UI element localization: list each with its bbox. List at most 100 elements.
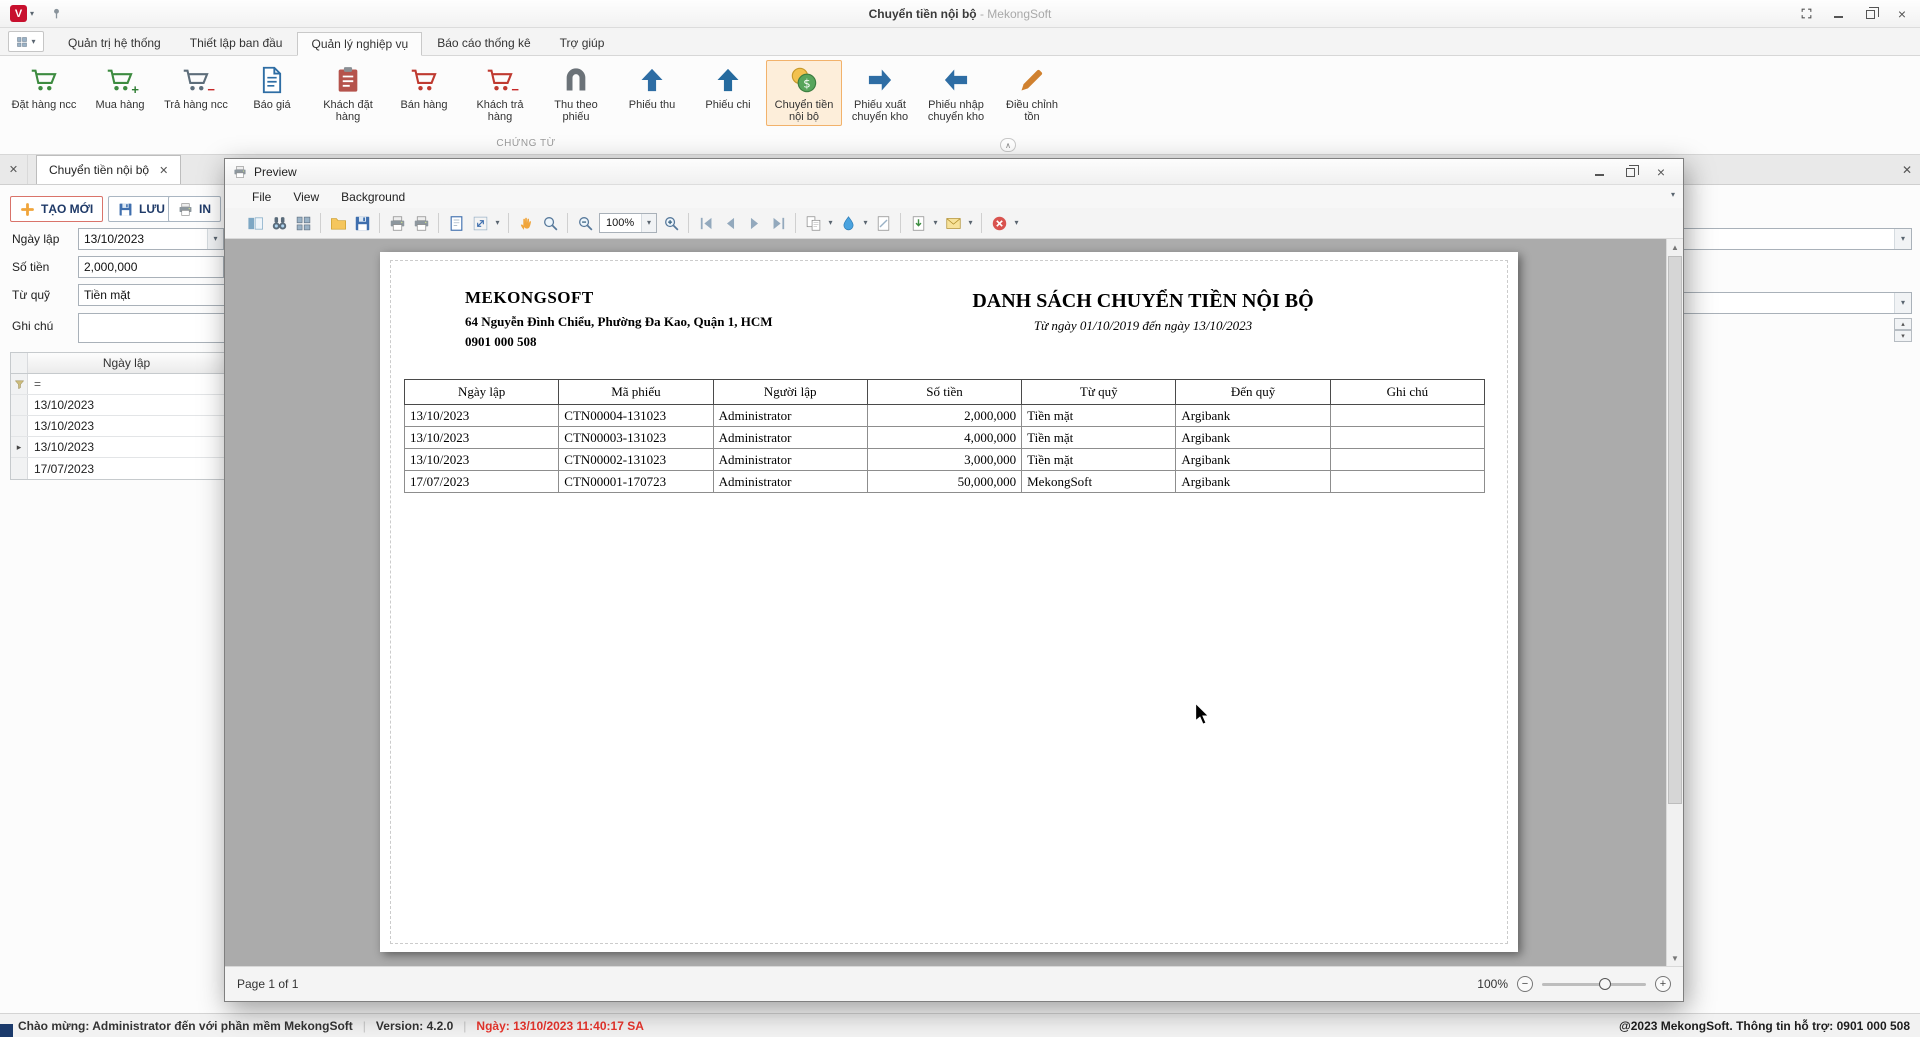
tab-thiet-lap-ban-dau[interactable]: Thiết lập ban đầu — [176, 31, 297, 55]
menu-file[interactable]: File — [241, 187, 282, 207]
chevron-down-icon[interactable]: ▾ — [1894, 229, 1911, 249]
tab-bao-cao-thong-ke[interactable]: Báo cáo thống kê — [423, 31, 544, 55]
ribbon-item-thu-theo-phieu[interactable]: Thu theo phiếu — [538, 60, 614, 126]
exit-dropdown-icon[interactable]: ▾ — [1011, 219, 1022, 227]
ribbon-item-bao-gia[interactable]: Báo giá — [234, 60, 310, 114]
scroll-up-icon[interactable]: ▲ — [1667, 239, 1683, 255]
search-button[interactable] — [267, 211, 291, 235]
app-logo-icon[interactable]: V — [10, 5, 27, 22]
print-button[interactable]: IN — [168, 196, 221, 222]
scrollbar-thumb[interactable] — [1668, 256, 1682, 804]
chevron-down-icon[interactable]: ▾ — [641, 214, 656, 232]
save-report-button[interactable] — [350, 211, 374, 235]
zoom-slider[interactable] — [1542, 983, 1646, 986]
create-new-button[interactable]: TẠO MỚI — [10, 196, 103, 222]
save-button[interactable]: LƯU — [108, 196, 175, 222]
ribbon-item-phieu-nhap-chuyen-kho[interactable]: Phiếu nhập chuyển kho — [918, 60, 994, 126]
date-combobox[interactable]: 13/10/2023 ▾ — [78, 228, 224, 250]
amount-input[interactable] — [78, 256, 224, 278]
document-map-button[interactable] — [243, 211, 267, 235]
ribbon-item-tra-hang-ncc[interactable]: − Trả hàng ncc — [158, 60, 234, 114]
fullscreen-button[interactable] — [1798, 6, 1814, 22]
export-dropdown-icon[interactable]: ▾ — [930, 219, 941, 227]
hand-tool-button[interactable] — [514, 211, 538, 235]
page-color-button[interactable] — [836, 211, 860, 235]
ribbon-item-chuyen-tien-noi-bo[interactable]: Chuyển tiền nội bộ — [766, 60, 842, 126]
ribbon-quick-access-button[interactable]: ▾ — [8, 31, 44, 52]
zoom-in-button[interactable] — [659, 211, 683, 235]
scale-button[interactable] — [468, 211, 492, 235]
close-all-tabs-button[interactable]: ✕ — [0, 155, 28, 184]
tab-close-icon[interactable]: ✕ — [159, 164, 168, 177]
menu-background[interactable]: Background — [330, 187, 416, 207]
tab-quan-tri-he-thong[interactable]: Quản trị hệ thống — [54, 31, 175, 55]
magnifier-button[interactable] — [538, 211, 562, 235]
spin-down-button[interactable]: ▾ — [1894, 330, 1912, 342]
scroll-down-icon[interactable]: ▼ — [1667, 950, 1683, 966]
preview-scrollbar[interactable]: ▲ ▼ — [1666, 239, 1683, 966]
page-setup-button[interactable] — [444, 211, 468, 235]
pin-icon[interactable] — [48, 6, 64, 22]
zoom-slider-knob[interactable] — [1599, 978, 1611, 990]
from-fund-combobox[interactable]: Tiền mặt — [78, 284, 230, 306]
multiple-pages-button[interactable] — [801, 211, 825, 235]
grid-row[interactable]: 17/07/2023 — [11, 458, 225, 479]
last-page-button[interactable] — [766, 211, 790, 235]
grid-row-selected[interactable]: ▸ 13/10/2023 — [11, 437, 225, 458]
thumbnails-button[interactable] — [291, 211, 315, 235]
preview-maximize-button[interactable] — [1622, 164, 1638, 180]
maximize-button[interactable] — [1862, 6, 1878, 22]
multiple-pages-dropdown-icon[interactable]: ▾ — [825, 219, 836, 227]
page-color-dropdown-icon[interactable]: ▾ — [860, 219, 871, 227]
menu-view[interactable]: View — [282, 187, 330, 207]
grid-column-header[interactable]: Ngày lập — [28, 353, 225, 373]
ribbon-collapse-button[interactable]: ∧ — [1000, 138, 1016, 152]
open-button[interactable] — [326, 211, 350, 235]
plus-icon — [20, 202, 35, 217]
print-dialog-button[interactable] — [385, 211, 409, 235]
grid-filter-row[interactable]: = — [11, 374, 225, 395]
email-button[interactable] — [941, 211, 965, 235]
document-tab-chuyen-tien-noi-bo[interactable]: Chuyển tiền nội bộ ✕ — [36, 155, 181, 184]
ribbon-item-phieu-chi[interactable]: Phiếu chi — [690, 60, 766, 114]
ribbon-item-phieu-xuat-chuyen-kho[interactable]: Phiếu xuất chuyển kho — [842, 60, 918, 126]
receipt-up-arrow-icon — [638, 64, 666, 96]
export-button[interactable] — [906, 211, 930, 235]
spin-up-button[interactable]: ▴ — [1894, 318, 1912, 330]
next-page-button[interactable] — [742, 211, 766, 235]
ribbon-item-khach-dat-hang[interactable]: Khách đặt hàng — [310, 60, 386, 126]
zoom-out-button[interactable] — [573, 211, 597, 235]
previous-page-button[interactable] — [718, 211, 742, 235]
email-dropdown-icon[interactable]: ▾ — [965, 219, 976, 227]
ribbon-item-khach-tra-hang[interactable]: − Khách trả hàng — [462, 60, 538, 126]
zoom-in-slider-button[interactable]: + — [1655, 976, 1671, 992]
ribbon-item-ban-hang[interactable]: Bán hàng — [386, 60, 462, 114]
ribbon-item-mua-hang[interactable]: + Mua hàng — [82, 60, 158, 114]
exit-preview-button[interactable] — [987, 211, 1011, 235]
chevron-down-icon[interactable]: ▾ — [207, 229, 223, 249]
zoom-combobox[interactable]: 100% ▾ — [599, 213, 657, 233]
quick-print-button[interactable] — [409, 211, 433, 235]
preview-titlebar[interactable]: Preview × — [225, 159, 1683, 185]
toolbar-overflow-icon[interactable]: ▾ — [1671, 191, 1675, 199]
note-input[interactable] — [78, 313, 230, 343]
watermark-button[interactable] — [871, 211, 895, 235]
preview-minimize-button[interactable] — [1591, 164, 1607, 180]
panel-close-icon[interactable]: ✕ — [1902, 155, 1912, 184]
grid-row[interactable]: 13/10/2023 — [11, 416, 225, 437]
app-menu-caret-icon[interactable]: ▾ — [30, 10, 34, 18]
first-page-button[interactable] — [694, 211, 718, 235]
preview-close-button[interactable]: × — [1653, 164, 1669, 180]
ribbon-item-phieu-thu[interactable]: Phiếu thu — [614, 60, 690, 114]
scale-dropdown-icon[interactable]: ▾ — [492, 219, 503, 227]
close-button[interactable]: × — [1894, 6, 1910, 22]
tab-quan-ly-nghiep-vu[interactable]: Quản lý nghiệp vụ — [297, 32, 422, 56]
tab-tro-giup[interactable]: Trợ giúp — [546, 31, 619, 55]
ribbon-item-dat-hang-ncc[interactable]: Đặt hàng ncc — [6, 60, 82, 114]
customer-return-cart-icon: − — [486, 64, 514, 96]
chevron-down-icon[interactable]: ▾ — [1894, 293, 1911, 313]
ribbon-item-dieu-chinh-ton[interactable]: Điều chỉnh tồn — [994, 60, 1070, 126]
minimize-button[interactable] — [1830, 6, 1846, 22]
zoom-out-slider-button[interactable]: − — [1517, 976, 1533, 992]
grid-row[interactable]: 13/10/2023 — [11, 395, 225, 416]
